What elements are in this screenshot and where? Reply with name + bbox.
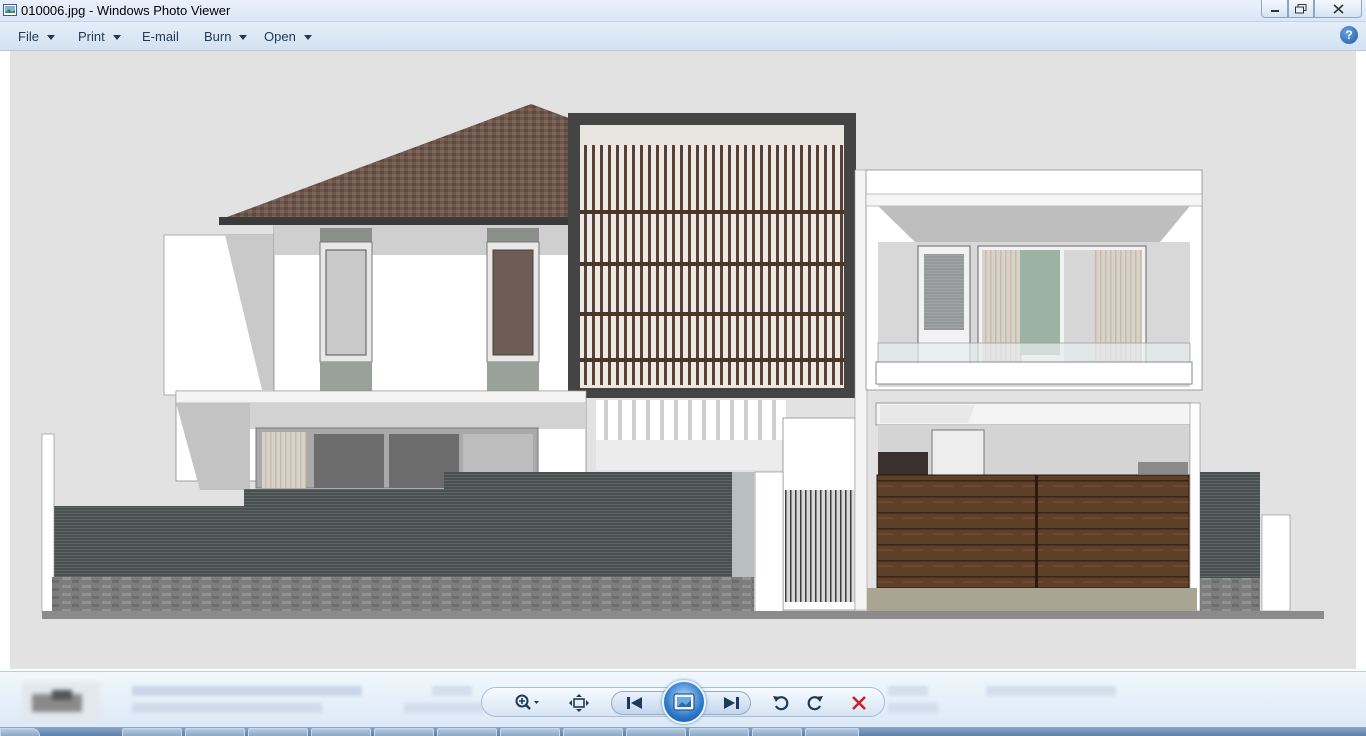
blurred-metadata (132, 703, 322, 713)
file-menu[interactable]: File (18, 29, 55, 44)
photo-viewer-app-icon (3, 4, 17, 16)
taskbar-app-button[interactable] (805, 728, 859, 736)
title-bar: 010006.jpg - Windows Photo Viewer (0, 0, 1366, 22)
window-title: 010006.jpg - Windows Photo Viewer (21, 3, 231, 18)
chevron-down-icon (239, 34, 248, 40)
chevron-down-icon (303, 34, 312, 40)
next-button[interactable] (714, 688, 748, 718)
thumbnail-image (22, 682, 100, 722)
burn-menu-label: Burn (204, 29, 232, 44)
taskbar-app-button[interactable] (122, 728, 182, 736)
blurred-metadata (888, 703, 938, 713)
minimize-button[interactable] (1261, 0, 1288, 18)
email-menu-label: E-mail (142, 29, 179, 44)
restore-icon (1295, 3, 1307, 13)
chevron-down-icon (112, 34, 121, 40)
previous-icon (627, 697, 642, 709)
taskbar (0, 727, 1366, 736)
close-button[interactable] (1314, 0, 1362, 18)
blurred-metadata (432, 686, 472, 696)
rotate-clockwise-icon (807, 696, 823, 711)
viewer-controls (481, 680, 885, 724)
file-menu-label: File (18, 29, 39, 44)
restore-button[interactable] (1288, 0, 1314, 18)
delete-button[interactable] (844, 688, 874, 718)
taskbar-app-button[interactable] (374, 728, 434, 736)
actual-size-button[interactable] (564, 688, 594, 718)
email-menu[interactable]: E-mail (142, 29, 179, 44)
rotate-counterclockwise-icon (773, 696, 789, 711)
taskbar-app-button[interactable] (689, 728, 749, 736)
zoom-icon (515, 694, 539, 710)
close-icon (1332, 3, 1344, 14)
delete-icon (852, 696, 866, 710)
rotate-counterclockwise-button[interactable] (766, 688, 796, 718)
start-button[interactable] (0, 728, 40, 736)
blurred-metadata (404, 703, 484, 713)
chevron-down-icon (46, 34, 55, 40)
rotate-clockwise-button[interactable] (800, 688, 830, 718)
taskbar-app-button[interactable] (311, 728, 371, 736)
taskbar-app-button[interactable] (752, 728, 802, 736)
taskbar-app-button[interactable] (185, 728, 245, 736)
taskbar-app-button[interactable] (500, 728, 560, 736)
print-menu[interactable]: Print (78, 29, 121, 44)
help-button[interactable]: ? (1340, 26, 1358, 44)
slideshow-icon (673, 693, 695, 711)
zoom-button[interactable] (510, 688, 544, 718)
help-icon: ? (1345, 28, 1353, 42)
minimize-icon (1270, 9, 1279, 12)
menu-bar: File Print E-mail Burn Open ? (0, 22, 1366, 51)
house-rendering (41, 104, 1324, 619)
slideshow-button[interactable] (662, 680, 706, 724)
image-viewport[interactable] (0, 51, 1366, 671)
fit-window-icon (569, 694, 589, 712)
open-menu[interactable]: Open (264, 29, 312, 44)
open-menu-label: Open (264, 29, 296, 44)
taskbar-app-button[interactable] (626, 728, 686, 736)
print-menu-label: Print (78, 29, 105, 44)
burn-menu[interactable]: Burn (204, 29, 248, 44)
taskbar-app-button[interactable] (248, 728, 308, 736)
displayed-photo (10, 51, 1356, 669)
blurred-metadata (986, 686, 1116, 696)
blurred-metadata (888, 686, 928, 696)
previous-button[interactable] (618, 688, 652, 718)
taskbar-app-button[interactable] (437, 728, 497, 736)
blurred-metadata (132, 686, 362, 696)
taskbar-app-button[interactable] (563, 728, 623, 736)
next-icon (724, 697, 739, 709)
